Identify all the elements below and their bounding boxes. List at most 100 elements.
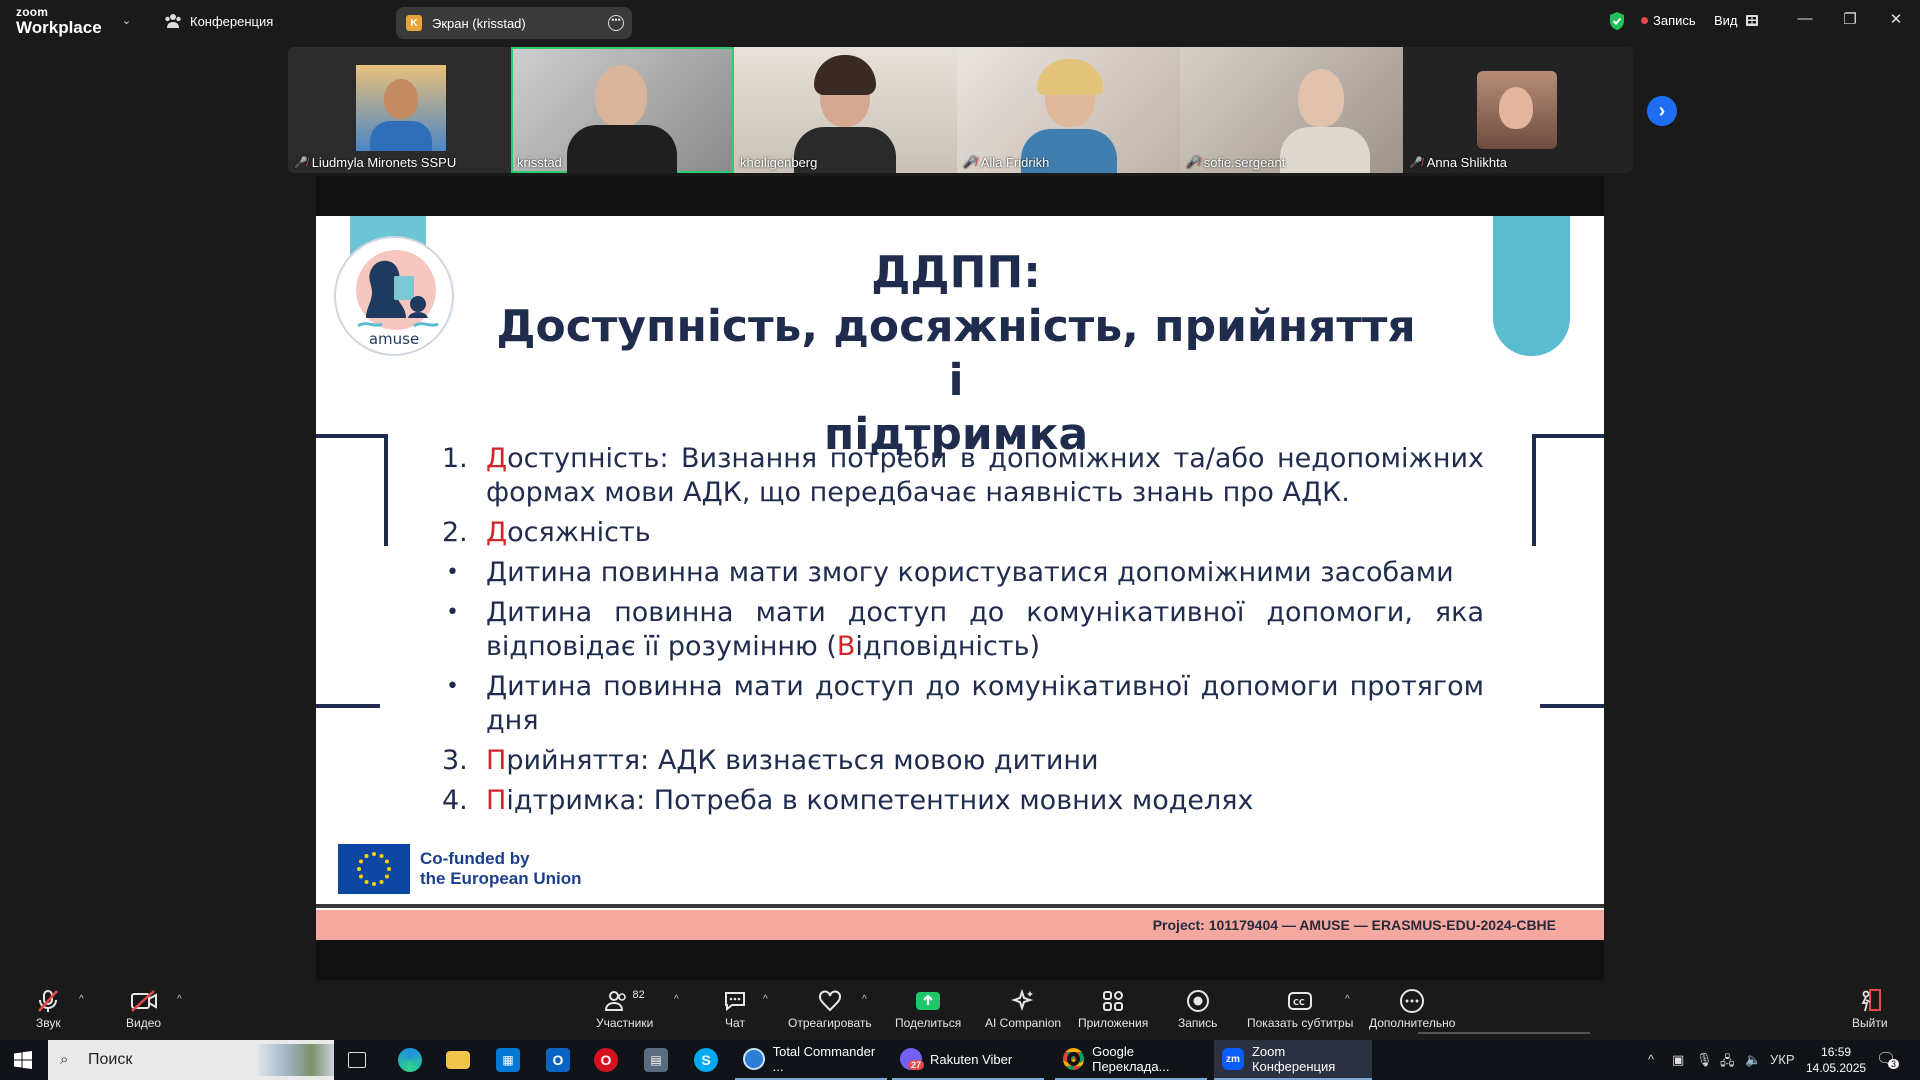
zoom-logo[interactable]: zoom Workplace <box>16 6 102 36</box>
tray-overflow-chevron-icon[interactable]: ^ <box>1648 1052 1654 1067</box>
screen-share-tab[interactable]: K Экран (krisstad) ••• <box>396 7 632 39</box>
windows-taskbar: ⌕ Поиск ▦ O O ▤ S Total Commander ... 27… <box>0 1040 1920 1080</box>
audio-button[interactable]: Звук <box>36 988 61 1030</box>
taskbar-app-label: Rakuten Viber <box>930 1051 1013 1067</box>
sparkle-icon <box>1011 988 1035 1014</box>
avatar <box>356 65 446 151</box>
amuse-logo: amuse <box>334 236 454 356</box>
participants-icon: 82 <box>604 988 645 1014</box>
taskbar-app-zoom[interactable]: zm Zoom Конференция <box>1214 1040 1372 1080</box>
restore-icon[interactable]: ❐ <box>1840 10 1860 28</box>
audio-options-chevron-icon[interactable]: ^ <box>79 994 84 1005</box>
participant-tile[interactable]: 🎤̸ Alla Fridrikh <box>957 47 1180 173</box>
keyboard-language[interactable]: УКР <box>1770 1052 1795 1067</box>
slide-title-line2: Доступність, досяжність, прийняття і <box>496 301 1416 406</box>
ai-companion-button[interactable]: AI Companion <box>985 988 1061 1030</box>
react-options-chevron-icon[interactable]: ^ <box>862 994 867 1005</box>
participant-tile-active-speaker[interactable]: krisstad <box>511 47 734 173</box>
taskbar-app-chrome[interactable]: Google Переклада... <box>1055 1040 1207 1080</box>
react-button[interactable]: Отреагировать <box>788 988 872 1030</box>
closed-captions-icon: CC <box>1287 988 1313 1014</box>
chat-options-chevron-icon[interactable]: ^ <box>763 994 768 1005</box>
chat-button[interactable]: Чат <box>723 988 747 1030</box>
windows-start-icon[interactable] <box>14 1051 32 1069</box>
mic-muted-icon <box>37 988 59 1014</box>
opera-icon[interactable]: O <box>594 1048 618 1072</box>
slide-footer: Project: 101179404 — AMUSE — ERASMUS-EDU… <box>316 910 1604 940</box>
participants-button[interactable]: 82 Участники <box>596 988 653 1030</box>
participant-name: 🎤̸ sofie.sergeant <box>1186 155 1286 170</box>
mic-muted-icon: 🎤̸ <box>1186 157 1200 169</box>
share-screen-icon <box>915 988 941 1014</box>
more-icon <box>1399 988 1425 1014</box>
participant-tile[interactable]: 🎤̸ Anna Shlikhta <box>1403 47 1626 173</box>
captions-options-chevron-icon[interactable]: ^ <box>1345 994 1350 1005</box>
total-commander-icon <box>743 1048 765 1070</box>
participant-name: krisstad <box>517 155 562 170</box>
microphone-icon[interactable]: 🎙 <box>1696 1052 1713 1068</box>
eu-text: Co-funded by the European Union <box>420 849 582 888</box>
volume-icon[interactable]: 🔈 <box>1745 1052 1761 1068</box>
participant-tile[interactable]: 🎤̸ sofie.sergeant <box>1180 47 1403 173</box>
camera-off-icon <box>130 988 158 1014</box>
zoom-icon: zm <box>1222 1048 1244 1070</box>
apps-button[interactable]: Приложения <box>1078 988 1148 1030</box>
leave-button[interactable]: Выйти <box>1852 988 1888 1030</box>
participant-name: 🎤̸ Anna Shlikhta <box>1409 155 1507 170</box>
more-button[interactable]: Дополнительно <box>1369 988 1455 1030</box>
recording-indicator[interactable]: Запись <box>1641 13 1696 28</box>
store-icon[interactable]: ▦ <box>496 1048 520 1072</box>
shield-icon[interactable] <box>1608 11 1626 31</box>
record-button[interactable]: Запись <box>1178 988 1217 1030</box>
viber-icon: 27 <box>900 1048 925 1070</box>
clock-date: 14.05.2025 <box>1806 1061 1867 1075</box>
task-view-icon[interactable] <box>348 1052 366 1068</box>
record-dot-icon <box>1641 17 1648 24</box>
taskbar-app-viber[interactable]: 27 Rakuten Viber <box>892 1040 1044 1080</box>
participant-name: 🎤̸ Liudmyla Mironets SSPU <box>294 155 457 170</box>
mic-muted-icon: 🎤̸ <box>294 157 308 169</box>
screen-tab-label: Экран (krisstad) <box>432 15 526 31</box>
calculator-icon[interactable]: ▤ <box>644 1048 668 1072</box>
minimize-icon[interactable]: — <box>1795 10 1815 27</box>
footer-divider <box>316 904 1604 908</box>
notifications-icon[interactable]: 🗨 3 <box>1876 1049 1900 1069</box>
decor-line-right <box>1540 704 1604 708</box>
share-button[interactable]: Поделиться <box>895 988 961 1030</box>
network-icon[interactable]: 🖧 <box>1720 1052 1735 1074</box>
more-options-icon[interactable]: ••• <box>608 15 624 31</box>
meet-now-icon[interactable]: ▣ <box>1672 1052 1684 1068</box>
video-options-chevron-icon[interactable]: ^ <box>177 994 182 1005</box>
video-button[interactable]: Видео <box>126 988 161 1030</box>
taskbar-app-total-commander[interactable]: Total Commander ... <box>735 1040 887 1080</box>
edge-icon[interactable] <box>398 1048 422 1072</box>
eu-flag-icon <box>338 844 410 894</box>
slide-title: ДДПП: Доступність, досяжність, прийняття… <box>496 246 1416 462</box>
list-item: 3. Прийняття: АДК визнається мовою дитин… <box>442 745 1099 776</box>
outlook-icon[interactable]: O <box>546 1048 570 1072</box>
participant-tile[interactable]: 🎤̸ Liudmyla Mironets SSPU <box>288 47 511 173</box>
view-label: Вид <box>1714 13 1738 28</box>
file-explorer-icon[interactable] <box>446 1051 470 1069</box>
meeting-toolbar: Звук ^ Видео ^ 82 Участники ^ Чат ^ Отре… <box>0 980 1920 1040</box>
list-item: • Дитина повинна мати доступ до комуніка… <box>446 597 1484 662</box>
captions-button[interactable]: CC Показать субтитры <box>1247 988 1353 1030</box>
participants-count: 82 <box>632 989 645 1001</box>
decor-bracket-left <box>316 434 388 546</box>
taskbar-search[interactable]: ⌕ Поиск <box>48 1040 334 1080</box>
system-clock[interactable]: 16:59 14.05.2025 <box>1806 1044 1866 1076</box>
view-menu[interactable]: Вид <box>1714 13 1758 28</box>
next-page-arrow-icon[interactable]: › <box>1647 96 1677 126</box>
close-icon[interactable]: ✕ <box>1886 10 1906 28</box>
logo-line1: zoom <box>16 5 49 19</box>
conference-menu[interactable]: Конференция <box>164 13 273 29</box>
slide-title-line1: ДДПП: <box>871 247 1041 298</box>
grid-icon <box>1745 15 1758 26</box>
record-icon <box>1186 988 1210 1014</box>
participant-tile[interactable]: kheiligenberg <box>734 47 957 173</box>
search-placeholder: Поиск <box>88 1051 133 1068</box>
chevron-down-icon[interactable]: ⌄ <box>122 14 131 27</box>
participants-options-chevron-icon[interactable]: ^ <box>674 994 679 1005</box>
list-item: • Дитина повинна мати доступ до комуніка… <box>446 671 1484 736</box>
skype-icon[interactable]: S <box>694 1048 718 1072</box>
